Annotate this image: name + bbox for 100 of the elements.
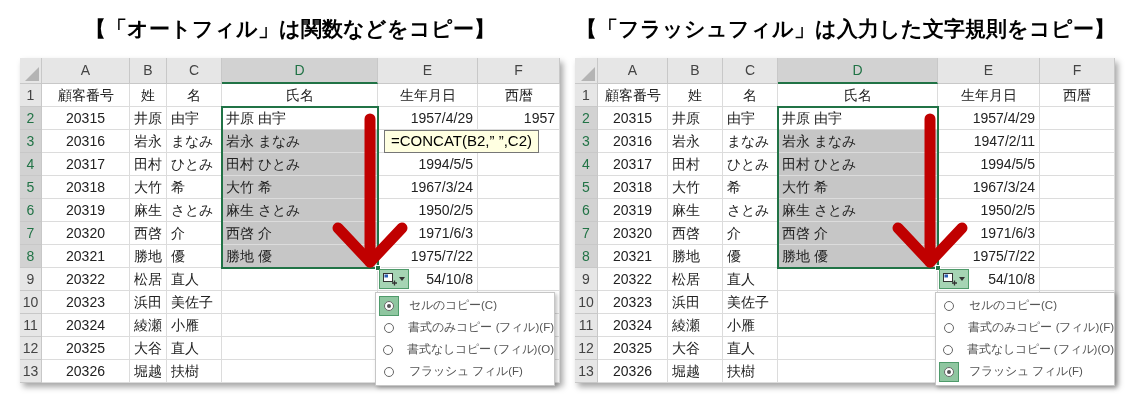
table-cell[interactable]: 20318 xyxy=(598,176,668,199)
row-header[interactable]: 5 xyxy=(20,176,42,199)
table-cell[interactable]: 1957 xyxy=(478,107,560,130)
row-header[interactable]: 2 xyxy=(20,107,42,130)
table-cell[interactable]: 顧客番号 xyxy=(42,84,130,107)
row-header[interactable]: 12 xyxy=(20,337,42,360)
row-header[interactable]: 7 xyxy=(575,222,598,245)
column-header[interactable]: D xyxy=(222,58,378,84)
column-header[interactable]: E xyxy=(378,58,478,84)
table-cell[interactable]: 1994/5/5 xyxy=(938,153,1040,176)
table-cell[interactable]: 20319 xyxy=(598,199,668,222)
row-header[interactable]: 5 xyxy=(575,176,598,199)
table-cell[interactable]: 大竹 xyxy=(130,176,167,199)
table-cell[interactable]: 1967/3/24 xyxy=(938,176,1040,199)
table-cell[interactable]: 西啓 xyxy=(668,222,723,245)
row-header[interactable]: 10 xyxy=(575,291,598,314)
table-cell[interactable]: 20316 xyxy=(598,130,668,153)
row-header[interactable]: 11 xyxy=(20,314,42,337)
table-cell[interactable]: 美佐子 xyxy=(723,291,778,314)
table-cell[interactable]: 1967/3/24 xyxy=(378,176,478,199)
table-cell[interactable]: 直人 xyxy=(167,337,222,360)
row-header[interactable]: 3 xyxy=(20,130,42,153)
table-cell[interactable]: 1994/5/5 xyxy=(378,153,478,176)
table-cell[interactable]: 顧客番号 xyxy=(598,84,668,107)
menu-option[interactable]: 書式なしコピー (フィル)(O) xyxy=(936,339,1114,361)
row-header[interactable]: 4 xyxy=(20,153,42,176)
table-cell[interactable]: 名 xyxy=(167,84,222,107)
table-cell[interactable]: 田村 xyxy=(668,153,723,176)
table-cell[interactable]: 直人 xyxy=(723,337,778,360)
table-cell[interactable]: 美佐子 xyxy=(167,291,222,314)
table-cell[interactable]: 大竹 希 xyxy=(222,176,378,199)
row-header[interactable]: 3 xyxy=(575,130,598,153)
table-cell[interactable]: 岩永 まなみ xyxy=(222,130,378,153)
table-cell[interactable]: 松居 xyxy=(130,268,167,291)
table-cell[interactable]: 1947/2/11 xyxy=(938,130,1040,153)
column-header[interactable]: C xyxy=(723,58,778,84)
table-cell[interactable]: 浜田 xyxy=(130,291,167,314)
column-header[interactable]: B xyxy=(668,58,723,84)
table-cell[interactable]: 20326 xyxy=(598,360,668,383)
menu-option[interactable]: フラッシュ フィル(F) xyxy=(376,361,554,383)
table-cell[interactable]: 直人 xyxy=(723,268,778,291)
table-cell[interactable]: 綾瀬 xyxy=(668,314,723,337)
row-header[interactable]: 7 xyxy=(20,222,42,245)
table-cell[interactable]: 1957/4/29 xyxy=(378,107,478,130)
row-header[interactable]: 2 xyxy=(575,107,598,130)
menu-option[interactable]: セルのコピー(C) xyxy=(376,295,554,317)
table-cell[interactable]: 岩永 まなみ xyxy=(778,130,938,153)
table-cell[interactable]: 井原 xyxy=(668,107,723,130)
row-header[interactable]: 8 xyxy=(20,245,42,268)
column-header[interactable]: B xyxy=(130,58,167,84)
table-cell[interactable]: 1975/7/22 xyxy=(938,245,1040,268)
table-cell[interactable]: 西暦 xyxy=(1040,84,1115,107)
table-cell[interactable]: 岩永 xyxy=(130,130,167,153)
table-cell[interactable]: 扶樹 xyxy=(167,360,222,383)
row-header[interactable]: 1 xyxy=(575,84,598,107)
table-cell[interactable]: 20324 xyxy=(598,314,668,337)
table-cell[interactable]: 生年月日 xyxy=(378,84,478,107)
table-cell[interactable]: 20317 xyxy=(598,153,668,176)
table-cell[interactable]: 20322 xyxy=(42,268,130,291)
row-header[interactable]: 9 xyxy=(20,268,42,291)
table-cell[interactable]: 生年月日 xyxy=(938,84,1040,107)
table-cell[interactable]: 1975/7/22 xyxy=(378,245,478,268)
table-cell[interactable]: 1950/2/5 xyxy=(378,199,478,222)
table-cell[interactable]: 20315 xyxy=(598,107,668,130)
table-cell[interactable]: 井原 xyxy=(130,107,167,130)
table-cell[interactable]: 20318 xyxy=(42,176,130,199)
row-header[interactable]: 8 xyxy=(575,245,598,268)
column-header[interactable]: F xyxy=(1040,58,1115,84)
menu-option[interactable]: 書式のみコピー (フィル)(F) xyxy=(936,317,1114,339)
table-cell[interactable]: 20324 xyxy=(42,314,130,337)
table-cell[interactable]: 西啓 xyxy=(130,222,167,245)
table-cell[interactable]: 20326 xyxy=(42,360,130,383)
table-cell[interactable]: 大谷 xyxy=(130,337,167,360)
table-cell[interactable]: 20320 xyxy=(42,222,130,245)
table-cell[interactable]: 20323 xyxy=(42,291,130,314)
table-cell[interactable]: 直人 xyxy=(167,268,222,291)
table-cell[interactable]: 田村 ひとみ xyxy=(222,153,378,176)
table-cell[interactable]: 田村 ひとみ xyxy=(778,153,938,176)
row-header[interactable]: 13 xyxy=(20,360,42,383)
table-cell[interactable]: 20325 xyxy=(42,337,130,360)
row-header[interactable]: 11 xyxy=(575,314,598,337)
table-cell[interactable]: 大谷 xyxy=(668,337,723,360)
table-cell[interactable]: 西暦 xyxy=(478,84,560,107)
table-cell[interactable]: 20319 xyxy=(42,199,130,222)
table-cell[interactable]: 20315 xyxy=(42,107,130,130)
table-cell[interactable]: 20317 xyxy=(42,153,130,176)
column-header[interactable]: A xyxy=(42,58,130,84)
table-cell[interactable]: 20321 xyxy=(42,245,130,268)
column-header[interactable]: C xyxy=(167,58,222,84)
table-cell[interactable]: 麻生 さとみ xyxy=(778,199,938,222)
table-cell[interactable]: 大竹 xyxy=(668,176,723,199)
table-cell[interactable]: 1957/4/29 xyxy=(938,107,1040,130)
row-header[interactable]: 13 xyxy=(575,360,598,383)
row-header[interactable]: 6 xyxy=(575,199,598,222)
table-cell[interactable]: 大竹 希 xyxy=(778,176,938,199)
table-cell[interactable]: 小雁 xyxy=(167,314,222,337)
table-cell[interactable]: 麻生 さとみ xyxy=(222,199,378,222)
column-header[interactable]: E xyxy=(938,58,1040,84)
table-cell[interactable]: 綾瀬 xyxy=(130,314,167,337)
row-header[interactable]: 4 xyxy=(575,153,598,176)
